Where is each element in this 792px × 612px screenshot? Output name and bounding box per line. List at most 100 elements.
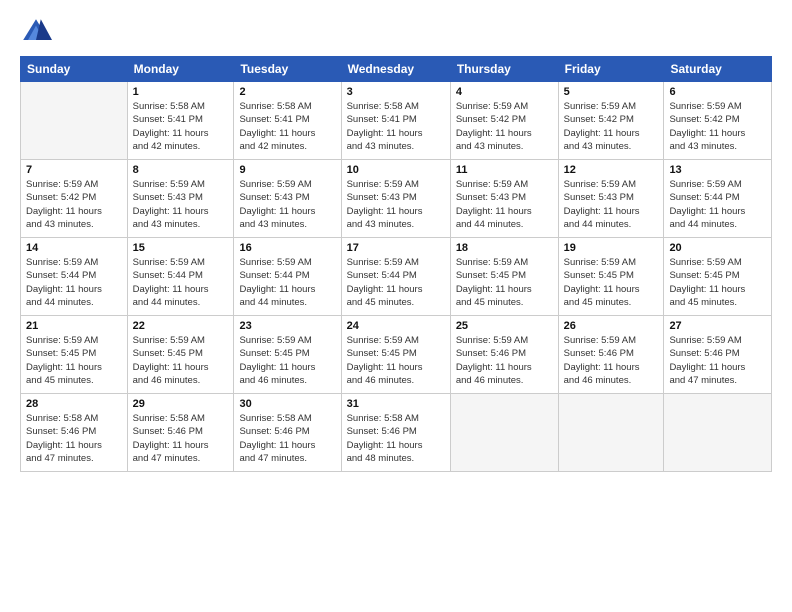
day-number: 30 [239,398,335,410]
day-number: 17 [347,242,445,254]
day-number: 7 [26,164,122,176]
calendar-cell: 30 Sunrise: 5:58 AM Sunset: 5:46 PM Dayli… [234,394,341,472]
day-number: 29 [133,398,229,410]
day-info: Sunrise: 5:59 AM Sunset: 5:43 PM Dayligh… [239,178,335,231]
day-info: Sunrise: 5:59 AM Sunset: 5:42 PM Dayligh… [564,100,659,153]
day-number: 11 [456,164,553,176]
calendar-cell: 5 Sunrise: 5:59 AM Sunset: 5:42 PM Daylig… [558,82,664,160]
day-number: 5 [564,86,659,98]
day-info: Sunrise: 5:58 AM Sunset: 5:46 PM Dayligh… [347,412,445,465]
day-number: 10 [347,164,445,176]
day-number: 2 [239,86,335,98]
logo-icon [20,16,52,48]
day-number: 13 [669,164,766,176]
calendar-cell [558,394,664,472]
day-number: 4 [456,86,553,98]
calendar-cell [450,394,558,472]
day-info: Sunrise: 5:59 AM Sunset: 5:43 PM Dayligh… [133,178,229,231]
calendar-header-friday: Friday [558,57,664,82]
day-info: Sunrise: 5:59 AM Sunset: 5:45 PM Dayligh… [239,334,335,387]
day-info: Sunrise: 5:59 AM Sunset: 5:44 PM Dayligh… [669,178,766,231]
day-info: Sunrise: 5:59 AM Sunset: 5:45 PM Dayligh… [26,334,122,387]
day-info: Sunrise: 5:59 AM Sunset: 5:44 PM Dayligh… [133,256,229,309]
day-number: 27 [669,320,766,332]
calendar-week-3: 21 Sunrise: 5:59 AM Sunset: 5:45 PM Dayli… [21,316,772,394]
calendar-cell: 22 Sunrise: 5:59 AM Sunset: 5:45 PM Dayli… [127,316,234,394]
day-info: Sunrise: 5:59 AM Sunset: 5:45 PM Dayligh… [133,334,229,387]
calendar-cell: 7 Sunrise: 5:59 AM Sunset: 5:42 PM Daylig… [21,160,128,238]
calendar-cell: 6Sunrise: 5:59 AM Sunset: 5:42 PM Daylig… [664,82,772,160]
header [20,16,772,48]
day-info: Sunrise: 5:59 AM Sunset: 5:43 PM Dayligh… [347,178,445,231]
calendar-cell: 24 Sunrise: 5:59 AM Sunset: 5:45 PM Dayli… [341,316,450,394]
calendar-cell: 1Sunrise: 5:58 AM Sunset: 5:41 PM Daylig… [127,82,234,160]
calendar-cell: 18 Sunrise: 5:59 AM Sunset: 5:45 PM Dayli… [450,238,558,316]
calendar-cell [21,82,128,160]
day-number: 3 [347,86,445,98]
day-info: Sunrise: 5:59 AM Sunset: 5:45 PM Dayligh… [347,334,445,387]
calendar-cell: 2Sunrise: 5:58 AM Sunset: 5:41 PM Daylig… [234,82,341,160]
calendar-cell: 13 Sunrise: 5:59 AM Sunset: 5:44 PM Dayli… [664,160,772,238]
day-number: 15 [133,242,229,254]
calendar-header-wednesday: Wednesday [341,57,450,82]
day-number: 6 [669,86,766,98]
calendar-cell: 10 Sunrise: 5:59 AM Sunset: 5:43 PM Dayli… [341,160,450,238]
calendar-cell: 15 Sunrise: 5:59 AM Sunset: 5:44 PM Dayli… [127,238,234,316]
day-number: 31 [347,398,445,410]
calendar-cell: 19 Sunrise: 5:59 AM Sunset: 5:45 PM Dayli… [558,238,664,316]
calendar-header-saturday: Saturday [664,57,772,82]
calendar-week-4: 28Sunrise: 5:58 AM Sunset: 5:46 PM Dayli… [21,394,772,472]
day-info: Sunrise: 5:59 AM Sunset: 5:45 PM Dayligh… [669,256,766,309]
calendar-cell [664,394,772,472]
calendar-cell: 25Sunrise: 5:59 AM Sunset: 5:46 PM Dayli… [450,316,558,394]
calendar-header-thursday: Thursday [450,57,558,82]
calendar-cell: 11 Sunrise: 5:59 AM Sunset: 5:43 PM Dayli… [450,160,558,238]
calendar-cell: 20 Sunrise: 5:59 AM Sunset: 5:45 PM Dayli… [664,238,772,316]
day-info: Sunrise: 5:59 AM Sunset: 5:43 PM Dayligh… [564,178,659,231]
day-number: 9 [239,164,335,176]
day-info: Sunrise: 5:59 AM Sunset: 5:46 PM Dayligh… [669,334,766,387]
calendar-week-1: 7 Sunrise: 5:59 AM Sunset: 5:42 PM Daylig… [21,160,772,238]
calendar-cell: 3Sunrise: 5:58 AM Sunset: 5:41 PM Daylig… [341,82,450,160]
day-info: Sunrise: 5:59 AM Sunset: 5:43 PM Dayligh… [456,178,553,231]
calendar-cell: 12 Sunrise: 5:59 AM Sunset: 5:43 PM Dayli… [558,160,664,238]
day-info: Sunrise: 5:59 AM Sunset: 5:45 PM Dayligh… [564,256,659,309]
day-number: 18 [456,242,553,254]
day-info: Sunrise: 5:58 AM Sunset: 5:46 PM Dayligh… [133,412,229,465]
calendar-cell: 29 Sunrise: 5:58 AM Sunset: 5:46 PM Dayli… [127,394,234,472]
day-number: 22 [133,320,229,332]
calendar-cell: 8 Sunrise: 5:59 AM Sunset: 5:43 PM Daylig… [127,160,234,238]
day-number: 20 [669,242,766,254]
day-info: Sunrise: 5:59 AM Sunset: 5:44 PM Dayligh… [26,256,122,309]
day-number: 23 [239,320,335,332]
day-number: 14 [26,242,122,254]
calendar-header-sunday: Sunday [21,57,128,82]
calendar-cell: 16Sunrise: 5:59 AM Sunset: 5:44 PM Dayli… [234,238,341,316]
calendar-cell: 17 Sunrise: 5:59 AM Sunset: 5:44 PM Dayli… [341,238,450,316]
calendar-cell: 23 Sunrise: 5:59 AM Sunset: 5:45 PM Dayli… [234,316,341,394]
day-info: Sunrise: 5:58 AM Sunset: 5:46 PM Dayligh… [239,412,335,465]
day-info: Sunrise: 5:59 AM Sunset: 5:45 PM Dayligh… [456,256,553,309]
day-number: 8 [133,164,229,176]
page: SundayMondayTuesdayWednesdayThursdayFrid… [0,0,792,612]
logo [20,16,56,48]
day-info: Sunrise: 5:58 AM Sunset: 5:46 PM Dayligh… [26,412,122,465]
day-info: Sunrise: 5:59 AM Sunset: 5:46 PM Dayligh… [456,334,553,387]
calendar-header-tuesday: Tuesday [234,57,341,82]
day-info: Sunrise: 5:59 AM Sunset: 5:44 PM Dayligh… [347,256,445,309]
calendar-cell: 9 Sunrise: 5:59 AM Sunset: 5:43 PM Daylig… [234,160,341,238]
day-info: Sunrise: 5:59 AM Sunset: 5:42 PM Dayligh… [26,178,122,231]
day-number: 12 [564,164,659,176]
calendar-header-row: SundayMondayTuesdayWednesdayThursdayFrid… [21,57,772,82]
day-number: 21 [26,320,122,332]
calendar-cell: 21 Sunrise: 5:59 AM Sunset: 5:45 PM Dayli… [21,316,128,394]
day-number: 19 [564,242,659,254]
calendar-cell: 27 Sunrise: 5:59 AM Sunset: 5:46 PM Dayli… [664,316,772,394]
day-number: 1 [133,86,229,98]
day-number: 24 [347,320,445,332]
calendar-cell: 26Sunrise: 5:59 AM Sunset: 5:46 PM Dayli… [558,316,664,394]
calendar-header-monday: Monday [127,57,234,82]
calendar-cell: 4Sunrise: 5:59 AM Sunset: 5:42 PM Daylig… [450,82,558,160]
day-info: Sunrise: 5:59 AM Sunset: 5:44 PM Dayligh… [239,256,335,309]
calendar-cell: 28Sunrise: 5:58 AM Sunset: 5:46 PM Dayli… [21,394,128,472]
